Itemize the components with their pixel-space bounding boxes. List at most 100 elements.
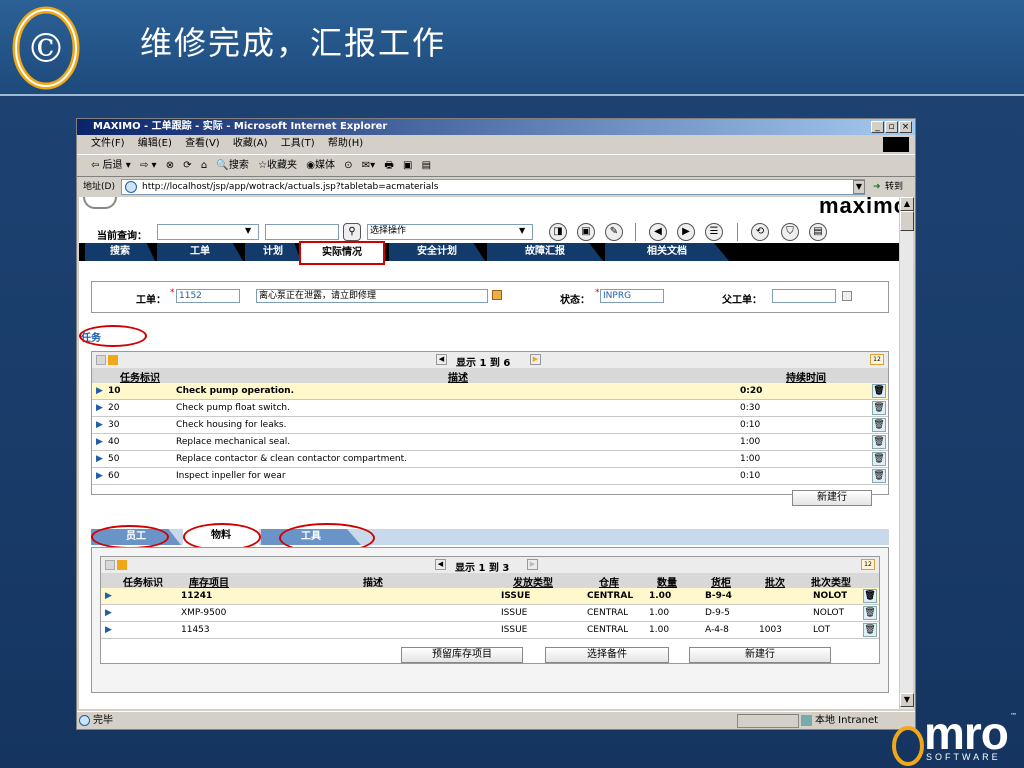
home-icon[interactable]: ⌂ [201,160,207,171]
delete-row-icon[interactable]: 🗑 [863,606,877,620]
row-expand-icon[interactable]: ▶ [105,622,112,639]
delete-row-icon[interactable]: 🗑 [872,401,886,415]
menu-tools[interactable]: 工具(T) [281,138,315,149]
media-button[interactable]: ◉媒体 [306,160,335,171]
col-task-id[interactable]: 任务标识 [120,369,160,384]
long-description-icon[interactable] [492,290,502,300]
col-bin[interactable]: 货柜 [711,574,731,589]
download-icon[interactable]: 12 [870,354,884,365]
tab-safety-plan[interactable]: 安全计划 [389,243,485,261]
col-item[interactable]: 库存项目 [189,574,229,589]
page-scrollbar[interactable]: ▲ ▼ [899,197,914,709]
tasks-new-row-button[interactable]: 新建行 [792,490,872,506]
previous-record-icon[interactable]: ◀ [649,223,667,241]
collapse-icon[interactable] [105,560,115,570]
tab-failure-report[interactable]: 故障汇报 [487,243,603,261]
delete-row-icon[interactable]: 🗑 [872,418,886,432]
menu-help[interactable]: 帮助(H) [328,138,363,149]
table-row[interactable]: ▶ 20 Check pump float switch. 0:30 🗑 [92,400,888,417]
table-row[interactable]: ▶ 10 Check pump operation. 0:20 🗑 [92,383,888,400]
menu-view[interactable]: 查看(V) [185,138,220,149]
parent-wo-field[interactable] [772,289,836,303]
row-expand-icon[interactable]: ▶ [105,605,112,622]
query-dropdown-icon[interactable]: ▼ [245,226,251,235]
col-description[interactable]: 描述 [448,369,468,384]
go-arrow-icon[interactable]: ➜ [873,177,881,197]
delete-row-icon[interactable]: 🗑 [872,469,886,483]
col-storeroom[interactable]: 仓库 [599,574,619,589]
tab-actuals[interactable]: 实际情况 [299,241,385,265]
col-description[interactable]: 描述 [363,574,383,589]
next-record-icon[interactable]: ▶ [677,223,695,241]
maximize-button[interactable]: ▫ [885,121,898,133]
tab-related-docs[interactable]: 相关文档 [605,243,729,261]
search-button[interactable]: 🔍搜索 [216,160,248,171]
select-spare-parts-button[interactable]: 选择备件 [545,647,669,663]
action-dropdown-icon[interactable]: ▼ [519,226,525,235]
row-expand-icon[interactable]: ▶ [96,417,103,434]
close-button[interactable]: × [899,121,912,133]
col-task-id[interactable]: 任务标识 [123,574,163,589]
maximo-menu-icon[interactable] [83,197,117,209]
row-expand-icon[interactable]: ▶ [96,468,103,485]
next-page-icon[interactable]: ▶ [527,559,538,570]
row-expand-icon[interactable]: ▶ [96,400,103,417]
row-expand-icon[interactable]: ▶ [105,588,112,605]
tab-search[interactable]: 搜索 [85,243,155,261]
query-input[interactable] [265,224,339,240]
forward-button[interactable]: ⇨ ▾ [140,160,157,171]
next-page-icon[interactable]: ▶ [530,354,541,365]
row-expand-icon[interactable]: ▶ [96,451,103,468]
scroll-thumb[interactable] [900,211,914,231]
menu-edit[interactable]: 编辑(E) [138,138,172,149]
table-row[interactable]: ▶ 60 Inspect inpeller for wear 0:10 🗑 [92,468,888,485]
address-dropdown-icon[interactable]: ▼ [853,180,865,194]
col-issue-type[interactable]: 发放类型 [513,574,553,589]
stop-icon[interactable]: ⊗ [166,160,174,171]
report-icon[interactable]: ▤ [809,223,827,241]
col-duration[interactable]: 持续时间 [786,369,826,384]
binoculars-icon[interactable]: ⚲ [343,223,361,241]
reserve-items-button[interactable]: 预留库存项目 [401,647,523,663]
status-field[interactable]: INPRG [600,289,664,303]
prev-page-icon[interactable]: ◀ [436,354,447,365]
refresh-icon[interactable]: ⟳ [183,160,191,171]
download-icon[interactable]: 12 [861,559,875,570]
back-button[interactable]: ⇦ 后退 ▾ [91,160,131,171]
minimize-button[interactable]: _ [871,121,884,133]
col-quantity[interactable]: 数量 [657,574,677,589]
row-expand-icon[interactable]: ▶ [96,434,103,451]
prev-page-icon[interactable]: ◀ [435,559,446,570]
table-row[interactable]: ▶ XMP-9500 ISSUE CENTRAL 1.00 D-9-5 NOLO… [101,605,879,622]
tab-work-order[interactable]: 工单 [157,243,243,261]
wo-description-field[interactable]: 离心泵正在泄露，请立即修理 [256,289,488,303]
table-row[interactable]: ▶ 30 Check housing for leaks. 0:10 🗑 [92,417,888,434]
address-input[interactable]: http://localhost/jsp/app/wotrack/actuals… [121,179,865,195]
filter-icon[interactable] [117,560,127,570]
discuss-icon[interactable]: ▤ [422,160,431,171]
go-button[interactable]: 转到 [885,177,903,197]
wo-number-field[interactable]: 1152 [176,289,240,303]
table-row[interactable]: ▶ 11241 ISSUE CENTRAL 1.00 B-9-4 NOLOT 🗑 [101,588,879,605]
table-row[interactable]: ▶ 40 Replace mechanical seal. 1:00 🗑 [92,434,888,451]
workflow-icon[interactable]: ⛉ [781,223,799,241]
table-row[interactable]: ▶ 50 Replace contactor & clean contactor… [92,451,888,468]
col-lot[interactable]: 批次 [765,574,785,589]
table-row[interactable]: ▶ 11453 ISSUE CENTRAL 1.00 A-4-8 1003 LO… [101,622,879,639]
scroll-up-icon[interactable]: ▲ [900,197,914,211]
scroll-down-icon[interactable]: ▼ [900,693,914,707]
edit-icon[interactable]: ▣ [403,160,412,171]
tab-plans[interactable]: 计划 [245,243,301,261]
menu-file[interactable]: 文件(F) [91,138,125,149]
delete-row-icon[interactable]: 🗑 [872,435,886,449]
filter-icon[interactable] [108,355,118,365]
print-icon[interactable]: 🖶 [384,160,393,171]
delete-row-icon[interactable]: 🗑 [863,623,877,637]
mail-icon[interactable]: ✉▾ [362,160,375,171]
new-record-icon[interactable]: ◨ [549,223,567,241]
menu-favorites[interactable]: 收藏(A) [233,138,268,149]
history-icon[interactable]: ⊙ [344,160,352,171]
favorites-button[interactable]: ☆收藏夹 [258,160,297,171]
row-expand-icon[interactable]: ▶ [96,383,103,400]
collapse-icon[interactable] [96,355,106,365]
